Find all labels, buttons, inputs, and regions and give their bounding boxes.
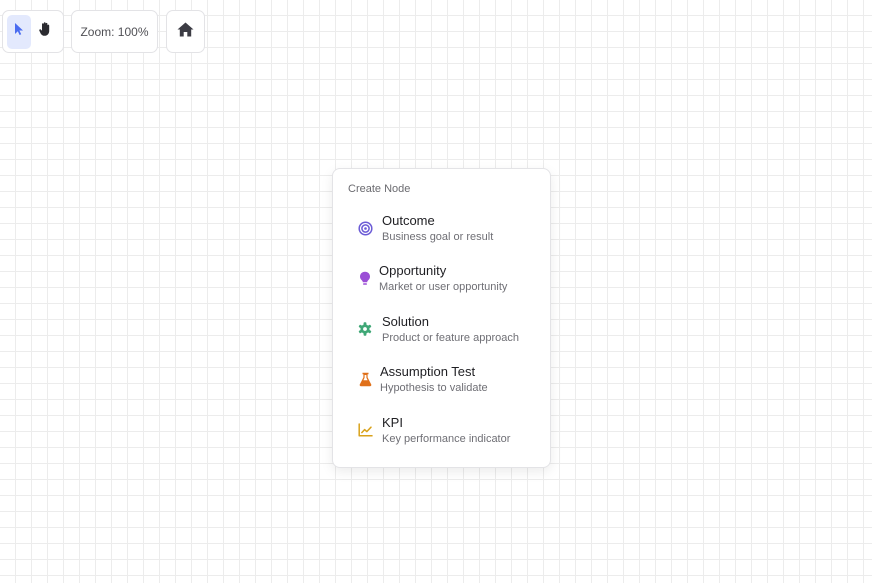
target-icon xyxy=(357,220,373,236)
menu-item-solution[interactable]: Solution Product or feature approach xyxy=(341,307,542,351)
canvas[interactable]: Zoom: 100% Create Node Outcome Business … xyxy=(0,0,872,583)
create-node-menu: Create Node Outcome Business goal or res… xyxy=(332,168,551,468)
zoom-indicator[interactable]: Zoom: 100% xyxy=(71,10,158,53)
cursor-icon xyxy=(13,22,25,41)
menu-item-outcome[interactable]: Outcome Business goal or result xyxy=(341,206,542,250)
menu-item-kpi[interactable]: KPI Key performance indicator xyxy=(341,408,542,452)
home-button[interactable] xyxy=(166,10,205,53)
menu-item-assumption-test[interactable]: Assumption Test Hypothesis to validate xyxy=(341,357,542,401)
menu-item-description: Market or user opportunity xyxy=(379,280,508,293)
menu-item-title: Assumption Test xyxy=(380,363,476,379)
menu-item-description: Business goal or result xyxy=(382,230,494,243)
flask-icon xyxy=(357,371,373,387)
tool-selector xyxy=(2,10,64,53)
menu-item-description: Product or feature approach xyxy=(382,331,519,344)
select-tool-button[interactable] xyxy=(7,14,31,49)
menu-item-opportunity[interactable]: Opportunity Market or user opportunity xyxy=(341,256,542,300)
chart-line-icon xyxy=(357,422,373,438)
zoom-label: Zoom: 100% xyxy=(80,24,149,39)
home-icon xyxy=(177,22,194,42)
gear-icon xyxy=(357,321,373,337)
lightbulb-icon xyxy=(357,270,373,286)
menu-heading: Create Node xyxy=(348,183,411,195)
menu-item-title: Opportunity xyxy=(379,262,447,278)
menu-item-title: Solution xyxy=(382,313,429,329)
menu-item-title: Outcome xyxy=(382,212,435,228)
menu-item-title: KPI xyxy=(382,414,403,430)
pan-tool-button[interactable] xyxy=(33,15,57,49)
menu-item-description: Key performance indicator xyxy=(382,432,511,445)
hand-icon xyxy=(37,21,53,42)
menu-item-description: Hypothesis to validate xyxy=(380,381,488,394)
